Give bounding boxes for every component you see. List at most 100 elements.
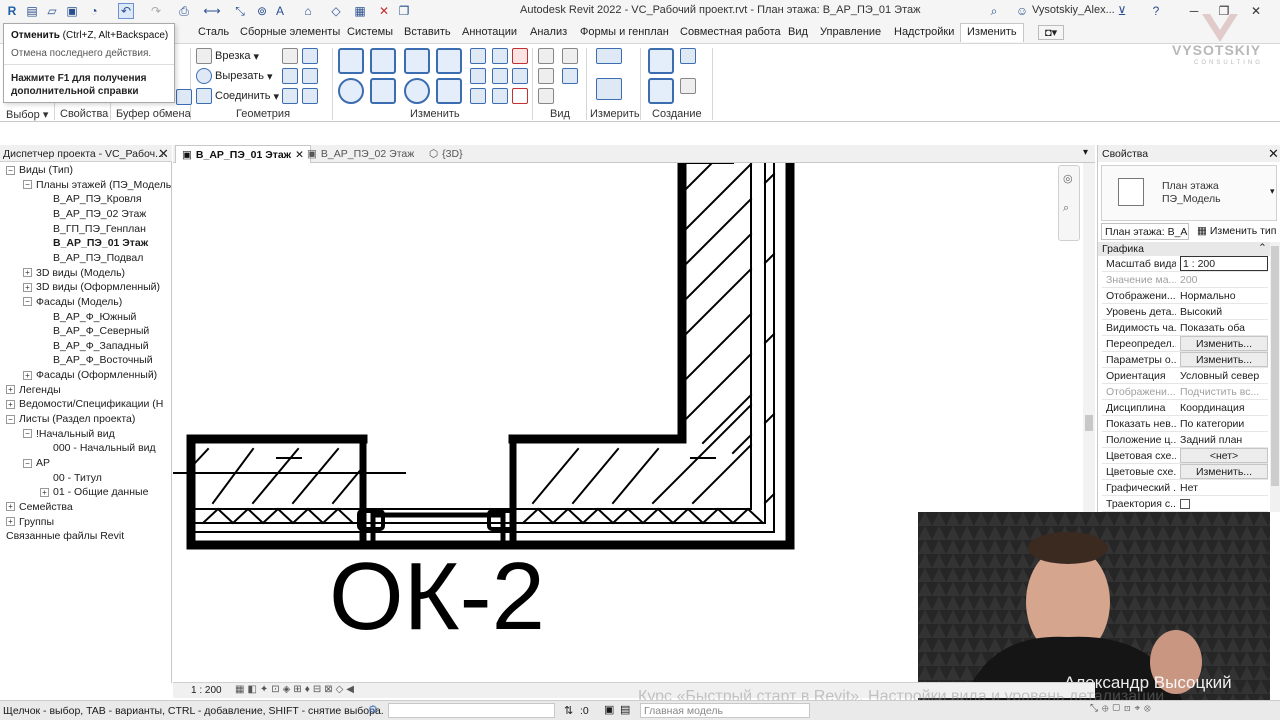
cut-out-button[interactable]: Вырезать ▾: [196, 68, 272, 84]
browser-item[interactable]: + Семейства: [6, 500, 73, 514]
property-row[interactable]: Графический ... Нет: [1102, 480, 1268, 496]
tab-collaborate[interactable]: Совместная работа: [680, 26, 781, 38]
scale-icon[interactable]: [492, 68, 508, 84]
help-icon[interactable]: ?: [1148, 3, 1164, 19]
rotate-icon[interactable]: [404, 78, 430, 104]
property-row[interactable]: Видимость ча... Показать оба: [1102, 320, 1268, 336]
expand-icon[interactable]: +: [6, 385, 15, 395]
scrollbar-thumb[interactable]: [1271, 246, 1279, 486]
doc-tab-02-floor[interactable]: ▣ В_АР_ПЭ_02 Этаж: [301, 145, 420, 163]
filter-icon[interactable]: [538, 88, 554, 104]
expand-icon[interactable]: +: [23, 370, 32, 380]
expand-icon[interactable]: +: [40, 487, 49, 497]
save-icon[interactable]: ▣: [64, 3, 80, 19]
trim-multiple-icon[interactable]: [492, 88, 508, 104]
linework-icon[interactable]: [562, 48, 578, 64]
remove-paint-icon[interactable]: [282, 88, 298, 104]
expand-icon[interactable]: +: [6, 517, 15, 527]
sync-icon[interactable]: ◔: [86, 3, 102, 19]
browser-item[interactable]: + Фасады (Оформленный): [23, 368, 157, 382]
type-selector[interactable]: План этажа ПЭ_Модель ▾: [1101, 165, 1277, 221]
collapse-icon[interactable]: −: [23, 297, 32, 307]
open-icon[interactable]: ▱: [44, 3, 60, 19]
browser-item[interactable]: − Фасады (Модель): [23, 295, 122, 309]
close-hidden-icon[interactable]: ✕: [376, 3, 392, 19]
browser-item[interactable]: В_АР_Ф_Северный: [40, 324, 149, 338]
editing-requests-icon[interactable]: ⇅: [564, 704, 573, 717]
scrollbar-thumb[interactable]: [1085, 415, 1093, 431]
measure-icon[interactable]: ⟷: [203, 3, 220, 19]
move-icon[interactable]: [338, 78, 364, 104]
split-icon[interactable]: [470, 48, 486, 64]
workset-dropdown[interactable]: [388, 703, 555, 718]
tab-insert[interactable]: Вставить: [404, 26, 451, 38]
expand-icon[interactable]: +: [23, 268, 32, 278]
selection-filter-icons[interactable]: ⤡⊕▢⊡⌖⊗: [1090, 703, 1155, 714]
browser-item[interactable]: + Группы: [6, 515, 54, 529]
close-icon[interactable]: ✕: [1268, 146, 1279, 162]
offset-icon[interactable]: [370, 48, 396, 74]
unpin-icon[interactable]: [512, 48, 528, 64]
paint-icon[interactable]: [282, 68, 298, 84]
redo-icon[interactable]: ↷: [148, 3, 164, 19]
collapse-icon[interactable]: −: [6, 165, 15, 175]
tag-icon[interactable]: ⊚: [254, 3, 270, 19]
section-icon[interactable]: ◇: [328, 3, 344, 19]
match-properties-icon[interactable]: [176, 89, 192, 105]
tab-annotate[interactable]: Аннотации: [462, 26, 517, 38]
property-row[interactable]: Отображени... Нормально: [1102, 288, 1268, 304]
browser-item[interactable]: 000 - Начальный вид: [40, 441, 156, 455]
browser-item[interactable]: В_АР_ПЭ_01 Этаж: [40, 236, 148, 250]
user-name[interactable]: Vysotskiy_Alex...: [1032, 4, 1115, 16]
3d-view-icon[interactable]: ⌂: [300, 3, 316, 19]
panel-select[interactable]: Выбор ▾: [6, 108, 48, 121]
tab-manage[interactable]: Управление: [820, 26, 881, 38]
browser-item[interactable]: 00 - Титул: [40, 471, 102, 485]
properties-scrollbar[interactable]: [1270, 242, 1280, 512]
aligned-dimension-icon[interactable]: [596, 78, 622, 100]
create-similar-icon[interactable]: [680, 78, 696, 94]
zoom-icon[interactable]: ⌕: [1063, 202, 1069, 215]
create-parts-icon[interactable]: [680, 48, 696, 64]
property-checkbox[interactable]: [1180, 499, 1190, 509]
view-range-icon[interactable]: [562, 68, 578, 84]
window-tag[interactable]: ОК-2: [329, 543, 545, 650]
edit-type-button[interactable]: ▦ Изменить тип: [1197, 225, 1276, 237]
browser-item[interactable]: В_АР_ПЭ_02 Этаж: [40, 207, 146, 221]
browser-item[interactable]: В_АР_ПЭ_Подвал: [40, 251, 143, 265]
switch-windows-icon[interactable]: ❐: [396, 3, 412, 19]
trim-extend-icon[interactable]: [436, 78, 462, 104]
tab-view[interactable]: Вид: [788, 26, 808, 38]
browser-item[interactable]: +01 - Общие данные: [40, 485, 148, 499]
browser-item[interactable]: − Листы (Раздел проекта): [6, 412, 135, 426]
tab-massing-site[interactable]: Формы и генплан: [580, 26, 669, 38]
instance-dropdown[interactable]: План этажа: В_А ▾: [1101, 223, 1189, 240]
browser-item[interactable]: − Виды (Тип): [6, 163, 73, 177]
measure-distance-icon[interactable]: [596, 48, 622, 64]
view-scale[interactable]: 1 : 200: [191, 685, 222, 696]
doc-tab-01-floor[interactable]: ▣ В_АР_ПЭ_01 Этаж ✕: [175, 145, 311, 163]
property-row[interactable]: Уровень дета... Высокий: [1102, 304, 1268, 320]
expand-icon[interactable]: +: [6, 502, 15, 512]
tab-modify[interactable]: Изменить: [960, 23, 1024, 42]
collapse-icon[interactable]: −: [23, 429, 32, 439]
property-row[interactable]: Показать нев... По категории: [1102, 416, 1268, 432]
trim-single-icon[interactable]: [470, 88, 486, 104]
property-row[interactable]: Параметры о... Изменить...: [1102, 352, 1268, 368]
expand-icon[interactable]: +: [23, 282, 32, 292]
text-icon[interactable]: A: [272, 3, 288, 19]
browser-item[interactable]: Связанные файлы Revit: [6, 529, 124, 543]
property-edit-button[interactable]: Изменить...: [1180, 464, 1268, 479]
create-assembly-icon[interactable]: [648, 48, 674, 74]
align-icon[interactable]: [338, 48, 364, 74]
tab-list-icon[interactable]: ▾: [1083, 147, 1088, 158]
split-face-icon[interactable]: [302, 48, 318, 64]
undo-icon[interactable]: ↶: [118, 3, 134, 19]
beam-system-icon[interactable]: [302, 88, 318, 104]
hide-element-icon[interactable]: [538, 68, 554, 84]
close-icon[interactable]: ✕: [158, 146, 169, 162]
browser-item[interactable]: В_АР_Ф_Южный: [40, 310, 136, 324]
collapse-icon[interactable]: −: [23, 458, 32, 468]
property-row[interactable]: Цветовая схе... <нет>: [1102, 448, 1268, 464]
split-gap-icon[interactable]: [492, 48, 508, 64]
